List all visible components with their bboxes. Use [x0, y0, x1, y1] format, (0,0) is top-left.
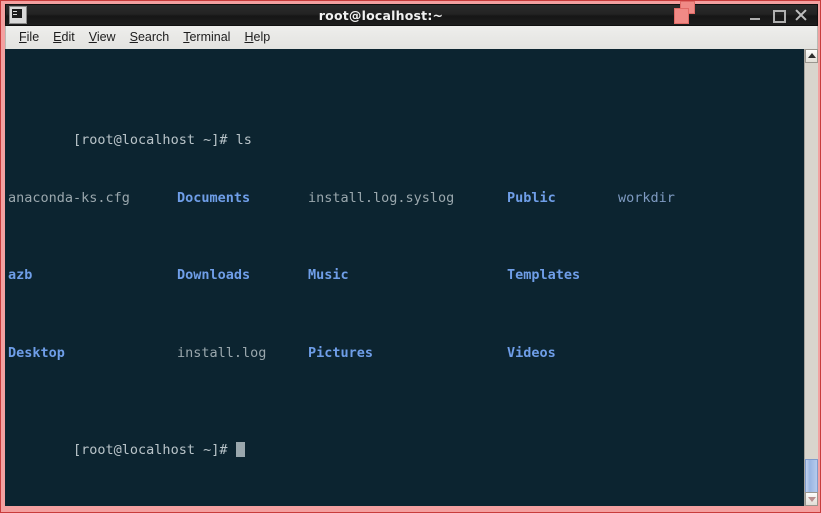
- window-title: root@localhost:~: [318, 7, 444, 23]
- ls-entry: Templates: [507, 267, 581, 284]
- menu-rest: iew: [96, 30, 116, 44]
- menu-rest: elp: [253, 30, 271, 44]
- text-cursor: [235, 442, 245, 458]
- scroll-up-arrow-icon[interactable]: [805, 49, 818, 63]
- menu-item-edit[interactable]: Edit: [46, 29, 82, 46]
- ls-row: Desktop install.log Pictures Videos: [8, 344, 804, 363]
- ls-entry: azb: [8, 267, 33, 284]
- shell-prompt: [root@localhost ~]#: [73, 442, 236, 459]
- ls-entry: Pictures: [308, 345, 374, 362]
- menu-item-help[interactable]: Help: [237, 29, 277, 46]
- ls-row: anaconda-ks.cfg Documents install.log.sy…: [8, 189, 804, 208]
- menu-mnemonic: H: [244, 30, 254, 44]
- menu-rest: erminal: [189, 30, 231, 44]
- ls-entry: install.log.syslog: [308, 189, 455, 206]
- menu-rest: dit: [61, 30, 75, 44]
- terminal-window-icon: [9, 6, 27, 24]
- menu-rest: earch: [137, 30, 170, 44]
- menu-rest: ile: [26, 30, 40, 44]
- menu-mnemonic: E: [53, 30, 62, 44]
- menu-bar: File Edit View Search Terminal Help: [5, 26, 818, 49]
- close-button[interactable]: [795, 9, 808, 22]
- title-bar[interactable]: root@localhost:~: [5, 4, 818, 26]
- ls-row: azb Downloads Music Templates: [8, 266, 804, 285]
- terminal-window: root@localhost:~ File Edit View Search T…: [0, 0, 821, 513]
- ls-entry: Desktop: [8, 345, 65, 362]
- scroll-down-arrow-icon[interactable]: [805, 492, 818, 506]
- shell-prompt: [root@localhost ~]# ls: [73, 131, 252, 148]
- terminal-line-prompt: [root@localhost ~]#: [8, 422, 804, 458]
- scrollbar-track[interactable]: [805, 63, 818, 501]
- menu-mnemonic: V: [88, 30, 97, 44]
- menu-mnemonic: F: [19, 30, 27, 44]
- menu-item-view[interactable]: View: [82, 29, 123, 46]
- maximize-button[interactable]: [772, 9, 786, 23]
- ls-entry: install.log: [177, 345, 267, 362]
- vertical-scrollbar[interactable]: [804, 49, 818, 506]
- terminal-output-area[interactable]: [root@localhost ~]# ls anaconda-ks.cfg D…: [5, 49, 804, 506]
- ls-entry: anaconda-ks.cfg: [8, 189, 130, 206]
- terminal-line-command: [root@localhost ~]# ls: [8, 111, 804, 148]
- menu-mnemonic: S: [129, 30, 138, 44]
- ls-entry: workdir: [618, 189, 675, 206]
- menu-item-file[interactable]: File: [12, 29, 46, 46]
- ls-entry: Videos: [507, 345, 556, 362]
- minimize-button[interactable]: [749, 9, 762, 22]
- window-controls: [749, 9, 808, 23]
- menu-item-search[interactable]: Search: [123, 29, 177, 46]
- ls-entry: Music: [308, 267, 349, 284]
- ls-entry: Documents: [177, 189, 251, 206]
- ls-entry: Public: [507, 189, 556, 206]
- menu-item-terminal[interactable]: Terminal: [176, 29, 237, 46]
- ls-entry: Downloads: [177, 267, 251, 284]
